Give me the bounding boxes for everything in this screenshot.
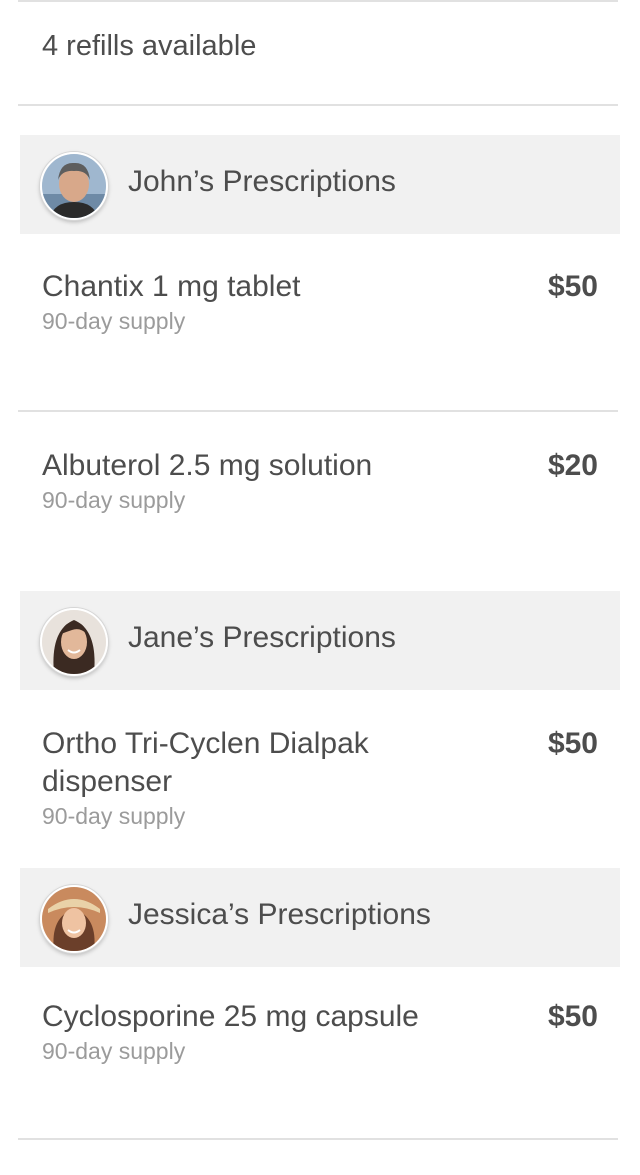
- avatar: [40, 885, 108, 953]
- prescription-name: Albuterol 2.5 mg solution: [42, 449, 373, 482]
- section-header-jessica: Jessica’s Prescriptions: [20, 868, 620, 967]
- section-title: Jessica’s Prescriptions: [128, 898, 431, 931]
- prescription-item-chantix[interactable]: Chantix 1 mg tablet 90-day supply $50: [42, 268, 602, 348]
- divider: [18, 410, 618, 412]
- avatar: [40, 608, 108, 676]
- prescription-item-albuterol[interactable]: Albuterol 2.5 mg solution 90-day supply …: [42, 447, 602, 527]
- prescription-name: Cyclosporine 25 mg capsule: [42, 1000, 419, 1033]
- female-avatar-icon: [42, 887, 106, 951]
- prescription-supply: 90-day supply: [42, 308, 186, 334]
- divider: [18, 104, 618, 106]
- prescription-supply: 90-day supply: [42, 1038, 186, 1064]
- prescription-name: Ortho Tri-Cyclen Dialpak dispenser: [42, 727, 369, 798]
- refills-available-label[interactable]: 4 refills available: [42, 30, 256, 63]
- avatar: [40, 152, 108, 220]
- section-header-john: John’s Prescriptions: [20, 135, 620, 234]
- female-avatar-icon: [42, 610, 106, 674]
- male-avatar-icon: [42, 154, 106, 218]
- prescription-price: $20: [547, 449, 598, 482]
- section-title: Jane’s Prescriptions: [128, 621, 396, 654]
- top-divider: [18, 0, 618, 2]
- section-title: John’s Prescriptions: [128, 165, 396, 198]
- bottom-divider: [18, 1138, 618, 1140]
- prescription-name: Chantix 1 mg tablet: [42, 270, 301, 303]
- prescription-item-cyclosporine[interactable]: Cyclosporine 25 mg capsule 90-day supply…: [42, 998, 602, 1078]
- prescription-price: $50: [547, 727, 598, 760]
- prescription-item-ortho-tri-cyclen[interactable]: Ortho Tri-Cyclen Dialpak dispenser 90-da…: [42, 725, 602, 835]
- prescription-supply: 90-day supply: [42, 803, 186, 829]
- prescription-supply: 90-day supply: [42, 487, 186, 513]
- prescription-price: $50: [547, 1000, 598, 1033]
- prescription-price: $50: [547, 270, 598, 303]
- section-header-jane: Jane’s Prescriptions: [20, 591, 620, 690]
